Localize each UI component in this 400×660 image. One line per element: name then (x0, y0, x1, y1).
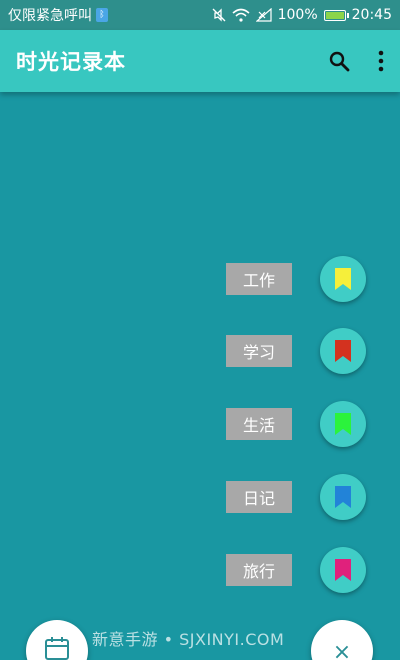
bookmark-icon (335, 268, 351, 290)
status-left: 仅限紧急呼叫 ᛒ (8, 5, 108, 25)
tag-label[interactable]: 工作 (226, 263, 292, 295)
wifi-icon (232, 8, 250, 22)
tag-fab[interactable] (320, 547, 366, 593)
tag-row: 生活 (0, 400, 400, 448)
tag-label[interactable]: 生活 (226, 408, 292, 440)
bookmark-icon (335, 486, 351, 508)
tag-fab[interactable] (320, 256, 366, 302)
close-icon: × (332, 640, 352, 660)
tag-row: 旅行 (0, 546, 400, 594)
calendar-icon (45, 637, 69, 660)
tag-label[interactable]: 学习 (226, 335, 292, 367)
tag-label[interactable]: 日记 (226, 481, 292, 513)
app-bar: 时光记录本 (0, 30, 400, 92)
tag-row: 工作 (0, 255, 400, 303)
bookmark-icon (335, 413, 351, 435)
more-vert-icon[interactable] (378, 50, 384, 72)
app-actions (328, 50, 384, 72)
calendar-fab[interactable] (26, 620, 88, 660)
signal-icon (255, 8, 272, 22)
status-bar: 仅限紧急呼叫 ᛒ 100% 20:45 (0, 0, 400, 30)
mute-icon (212, 8, 226, 22)
status-right: 100% 20:45 (212, 7, 392, 23)
battery-fill (325, 11, 344, 19)
tag-label[interactable]: 旅行 (226, 554, 292, 586)
battery-percent: 100% (277, 7, 318, 23)
watermark: 新意手游 • SJXINYI.COM (92, 630, 285, 649)
bookmark-icon (335, 559, 351, 581)
tag-fab[interactable] (320, 401, 366, 447)
clock: 20:45 (351, 7, 392, 23)
search-icon[interactable] (328, 50, 350, 72)
bookmark-icon (335, 340, 351, 362)
tag-fab[interactable] (320, 328, 366, 374)
carrier-text: 仅限紧急呼叫 (8, 8, 92, 24)
close-fab[interactable]: × (311, 620, 373, 660)
tag-row: 学习 (0, 327, 400, 375)
bluetooth-icon: ᛒ (96, 8, 108, 22)
tag-fab[interactable] (320, 474, 366, 520)
app-title: 时光记录本 (16, 50, 126, 74)
tag-row: 日记 (0, 473, 400, 521)
battery-icon (323, 9, 349, 21)
